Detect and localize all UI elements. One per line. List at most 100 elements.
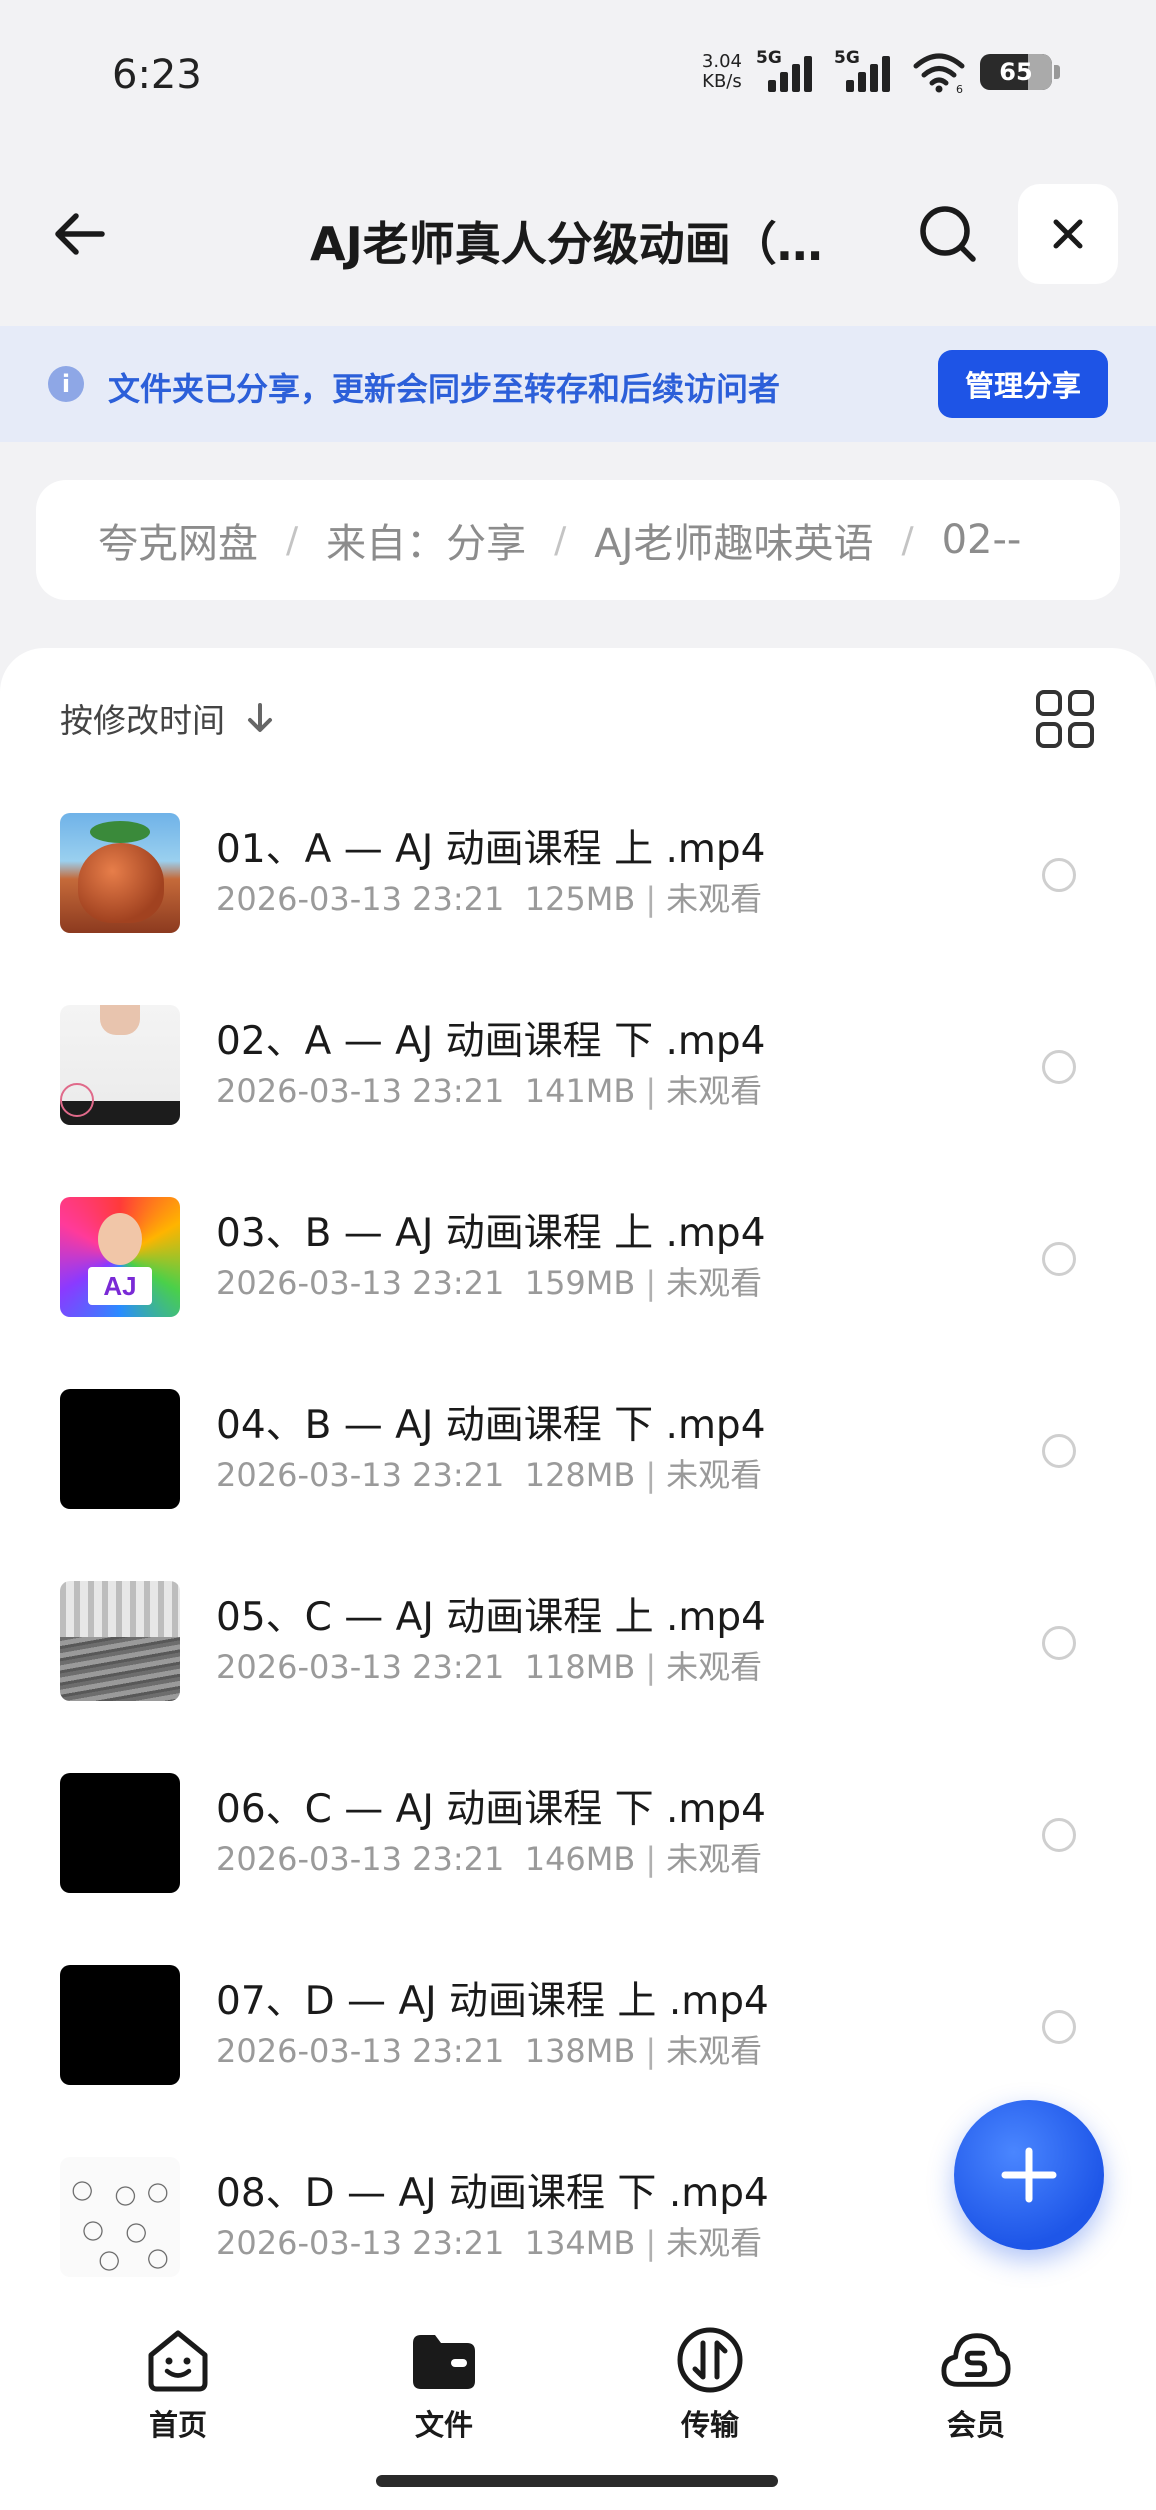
select-radio[interactable] [1042, 1434, 1076, 1468]
file-row[interactable]: 02、A — AJ 动画课程 下 .mp4 2026-03-13 23:21 1… [0, 968, 1156, 1160]
arrow-left-icon [55, 213, 105, 255]
file-meta: 2026-03-13 23:21 159MB | 未观看 [216, 1264, 763, 1302]
file-date: 2026-03-13 23:21 [216, 880, 505, 918]
nav-item-member[interactable]: 会员 [896, 2324, 1056, 2444]
search-button[interactable] [908, 194, 988, 274]
file-meta: 2026-03-13 23:21 125MB | 未观看 [216, 880, 763, 918]
nav-item-files[interactable]: 文件 [364, 2324, 524, 2444]
file-size: 118MB [524, 1648, 636, 1686]
file-status: 未观看 [666, 2224, 763, 2262]
file-name: 02、A — AJ 动画课程 下 .mp4 [216, 1019, 766, 1064]
home-indicator[interactable] [376, 2475, 778, 2487]
video-thumbnail [60, 1773, 180, 1893]
file-size: 141MB [524, 1072, 636, 1110]
breadcrumb-separator: / [901, 519, 914, 561]
member-cloud-icon [940, 2324, 1012, 2396]
wifi-label: 6 [956, 83, 963, 94]
nav-item-home[interactable]: 首页 [98, 2324, 258, 2444]
signal-icon-sim2: 5G [834, 48, 898, 94]
network-speed-value: 3.04 [701, 51, 742, 72]
file-meta: 2026-03-13 23:21 118MB | 未观看 [216, 1648, 763, 1686]
video-thumbnail [60, 1389, 180, 1509]
nav-item-transfer[interactable]: 传输 [630, 2324, 790, 2444]
file-size: 125MB [524, 880, 636, 918]
file-date: 2026-03-13 23:21 [216, 1456, 505, 1494]
back-button[interactable] [44, 198, 116, 270]
file-size: 128MB [524, 1456, 636, 1494]
nav-label: 首页 [148, 2408, 207, 2442]
file-date: 2026-03-13 23:21 [216, 1072, 505, 1110]
file-row[interactable]: 07、D — AJ 动画课程 上 .mp4 2026-03-13 23:21 1… [0, 1928, 1156, 2120]
video-thumbnail [60, 813, 180, 933]
file-meta: 2026-03-13 23:21 146MB | 未观看 [216, 1840, 763, 1878]
breadcrumb: 夸克网盘 / 来自：分享 / AJ老师趣味英语 / 02-- [36, 480, 1120, 600]
grid-view-icon[interactable] [1036, 690, 1094, 748]
file-row[interactable]: 05、C — AJ 动画课程 上 .mp4 2026-03-13 23:21 1… [0, 1544, 1156, 1736]
file-date: 2026-03-13 23:21 [216, 2032, 505, 2070]
plus-icon [1001, 2147, 1057, 2203]
breadcrumb-separator: / [554, 519, 567, 561]
file-status: 未观看 [666, 1264, 763, 1302]
file-row[interactable]: 06、C — AJ 动画课程 下 .mp4 2026-03-13 23:21 1… [0, 1736, 1156, 1928]
search-icon [920, 206, 976, 262]
file-date: 2026-03-13 23:21 [216, 2224, 505, 2262]
file-size: 138MB [524, 2032, 636, 2070]
nav-label: 文件 [414, 2408, 473, 2442]
select-radio[interactable] [1042, 1626, 1076, 1660]
sim1-label: 5G [756, 48, 782, 68]
page-title: AJ老师真人分级动画（… [310, 217, 823, 271]
info-icon: i [48, 366, 84, 402]
file-name: 03、B — AJ 动画课程 上 .mp4 [216, 1211, 766, 1256]
bottom-nav: 首页 文件 传输 会员 [0, 2290, 1156, 2510]
status-icons: 3.04 KB/s 5G 5G 6 65 [701, 48, 1060, 94]
file-size: 146MB [524, 1840, 636, 1878]
breadcrumb-item-current[interactable]: 02-- [942, 517, 1022, 563]
sim2-label: 5G [834, 48, 860, 68]
file-name: 06、C — AJ 动画课程 下 .mp4 [216, 1787, 766, 1832]
video-thumbnail [60, 1005, 180, 1125]
select-radio[interactable] [1042, 2010, 1076, 2044]
video-thumbnail: AJ [60, 1197, 180, 1317]
signal-icon-sim1: 5G [756, 48, 820, 94]
battery-icon: 65 [980, 54, 1060, 90]
wifi-icon: 6 [913, 53, 965, 94]
file-name: 04、B — AJ 动画课程 下 .mp4 [216, 1403, 766, 1448]
transfer-icon [674, 2324, 746, 2396]
file-meta: 2026-03-13 23:21 134MB | 未观看 [216, 2224, 763, 2262]
file-meta: 2026-03-13 23:21 141MB | 未观看 [216, 1072, 763, 1110]
select-radio[interactable] [1042, 1242, 1076, 1276]
file-date: 2026-03-13 23:21 [216, 1840, 505, 1878]
breadcrumb-item-folder[interactable]: AJ老师趣味英语 [594, 511, 873, 569]
file-row[interactable]: 01、A — AJ 动画课程 上 .mp4 2026-03-13 23:21 1… [0, 776, 1156, 968]
header: AJ老师真人分级动画（… [0, 170, 1156, 300]
arrow-down-icon [248, 703, 272, 732]
select-radio[interactable] [1042, 1050, 1076, 1084]
file-status: 未观看 [666, 1840, 763, 1878]
file-row[interactable]: AJ 03、B — AJ 动画课程 上 .mp4 2026-03-13 23:2… [0, 1160, 1156, 1352]
file-row[interactable]: 04、B — AJ 动画课程 下 .mp4 2026-03-13 23:21 1… [0, 1352, 1156, 1544]
add-button[interactable] [954, 2100, 1104, 2250]
status-bar: 6:23 3.04 KB/s 5G 5G 6 65 [0, 0, 1156, 150]
home-face-icon [142, 2324, 214, 2396]
select-radio[interactable] [1042, 858, 1076, 892]
select-radio[interactable] [1042, 1818, 1076, 1852]
file-name: 01、A — AJ 动画课程 上 .mp4 [216, 827, 766, 872]
nav-label: 会员 [946, 2408, 1005, 2442]
screen: 6:23 3.04 KB/s 5G 5G 6 65 AJ老师真人分级动画（… i… [0, 0, 1156, 2510]
breadcrumb-item-share[interactable]: 来自：分享 [326, 511, 526, 569]
video-thumbnail [60, 1965, 180, 2085]
breadcrumb-separator: / [286, 519, 299, 561]
share-banner: i 文件夹已分享，更新会同步至转存和后续访问者 管理分享 [0, 326, 1156, 442]
sort-control[interactable]: 按修改时间 [60, 694, 277, 742]
file-status: 未观看 [666, 1456, 763, 1494]
close-button[interactable] [1018, 184, 1118, 284]
manage-share-button[interactable]: 管理分享 [938, 350, 1108, 418]
file-meta: 2026-03-13 23:21 128MB | 未观看 [216, 1456, 763, 1494]
file-status: 未观看 [666, 880, 763, 918]
file-status: 未观看 [666, 1648, 763, 1686]
thumbnail-logo-text: AJ [88, 1267, 152, 1305]
share-banner-text: 文件夹已分享，更新会同步至转存和后续访问者 [108, 370, 781, 408]
status-time: 6:23 [112, 52, 202, 98]
battery-level: 65 [999, 58, 1033, 86]
breadcrumb-item-root[interactable]: 夸克网盘 [98, 511, 258, 569]
